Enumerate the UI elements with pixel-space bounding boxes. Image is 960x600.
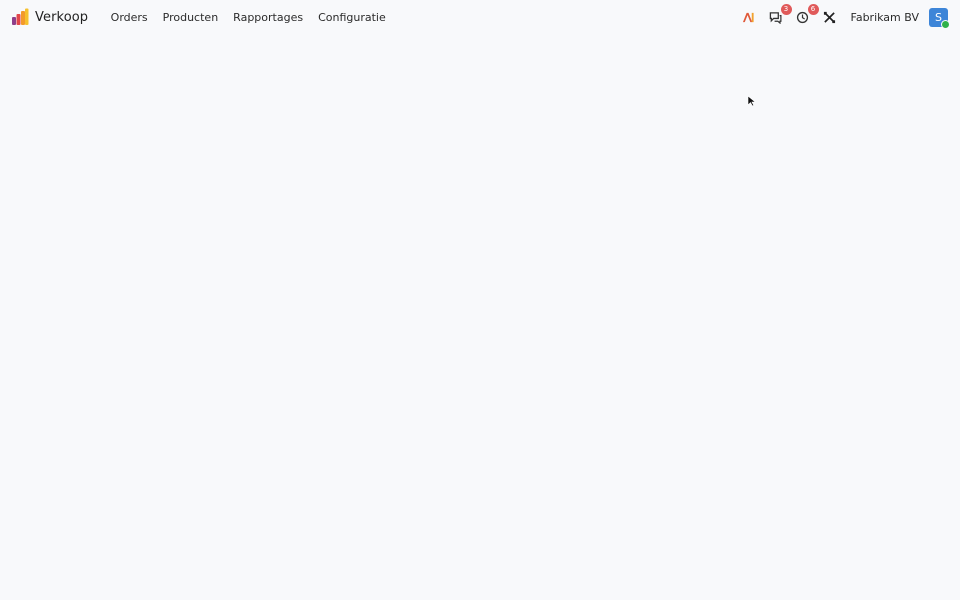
messages-button[interactable]: 3 [769, 4, 792, 24]
top-navbar: Verkoop Orders Producten Rapportages Con… [0, 0, 960, 34]
menu-item-orders[interactable]: Orders [103, 11, 155, 24]
mouse-cursor-icon [747, 95, 757, 107]
sales-app-logo-icon [12, 8, 29, 25]
main-content-area [0, 34, 960, 600]
menu-item-rapportages[interactable]: Rapportages [226, 11, 311, 24]
messages-badge: 3 [780, 4, 792, 15]
clock-icon [796, 11, 809, 23]
company-switcher[interactable]: Fabrikam BV [851, 11, 919, 24]
user-avatar[interactable]: S [929, 7, 950, 29]
tools-icon [823, 11, 836, 23]
app-name: Verkoop [35, 9, 89, 25]
menu-item-producten[interactable]: Producten [155, 11, 226, 24]
app-brand[interactable]: Verkoop [11, 8, 88, 26]
online-status-dot [941, 19, 950, 29]
debug-menu-button[interactable] [742, 10, 756, 24]
activities-button[interactable]: 6 [796, 4, 819, 24]
menu-item-configuratie[interactable]: Configuratie [311, 11, 394, 24]
chat-icon [769, 11, 782, 24]
systray: 3 6 Fabrikam BV S [742, 4, 950, 29]
tools-button[interactable] [823, 10, 837, 24]
main-menu: Orders Producten Rapportages Configurati… [103, 11, 393, 24]
debug-icon [742, 12, 754, 22]
activities-badge: 6 [807, 4, 819, 15]
